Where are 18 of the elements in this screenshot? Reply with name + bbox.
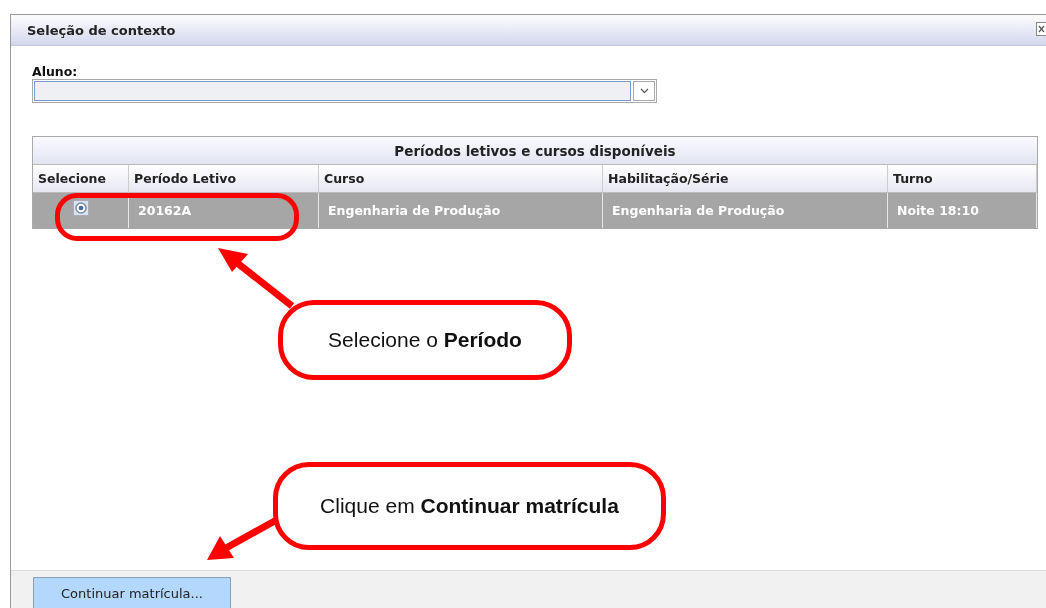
table-cell: Engenharia de Produção — [319, 193, 603, 228]
close-icon[interactable] — [1036, 22, 1046, 36]
column-header: Curso — [319, 165, 603, 193]
table-title: Períodos letivos e cursos disponíveis — [33, 137, 1037, 165]
column-header: Turno — [888, 165, 1037, 193]
student-dropdown[interactable] — [32, 79, 657, 103]
window-title: Seleção de contexto — [27, 22, 176, 38]
callout-text: Clique em Continuar matrícula — [320, 494, 619, 518]
chevron-down-icon — [639, 88, 649, 94]
column-header: Período Letivo — [129, 165, 319, 193]
continue-button[interactable]: Continuar matrícula... — [33, 577, 231, 608]
column-header: Habilitação/Série — [603, 165, 888, 193]
field-label: Aluno: — [32, 64, 78, 79]
radio-button[interactable] — [72, 199, 89, 216]
table-cell: Engenharia de Produção — [603, 193, 888, 228]
column-header: Selecione — [33, 165, 129, 193]
callout-text: Selecione o Período — [328, 328, 522, 352]
table-cell: Noite 18:10 — [888, 193, 1037, 228]
